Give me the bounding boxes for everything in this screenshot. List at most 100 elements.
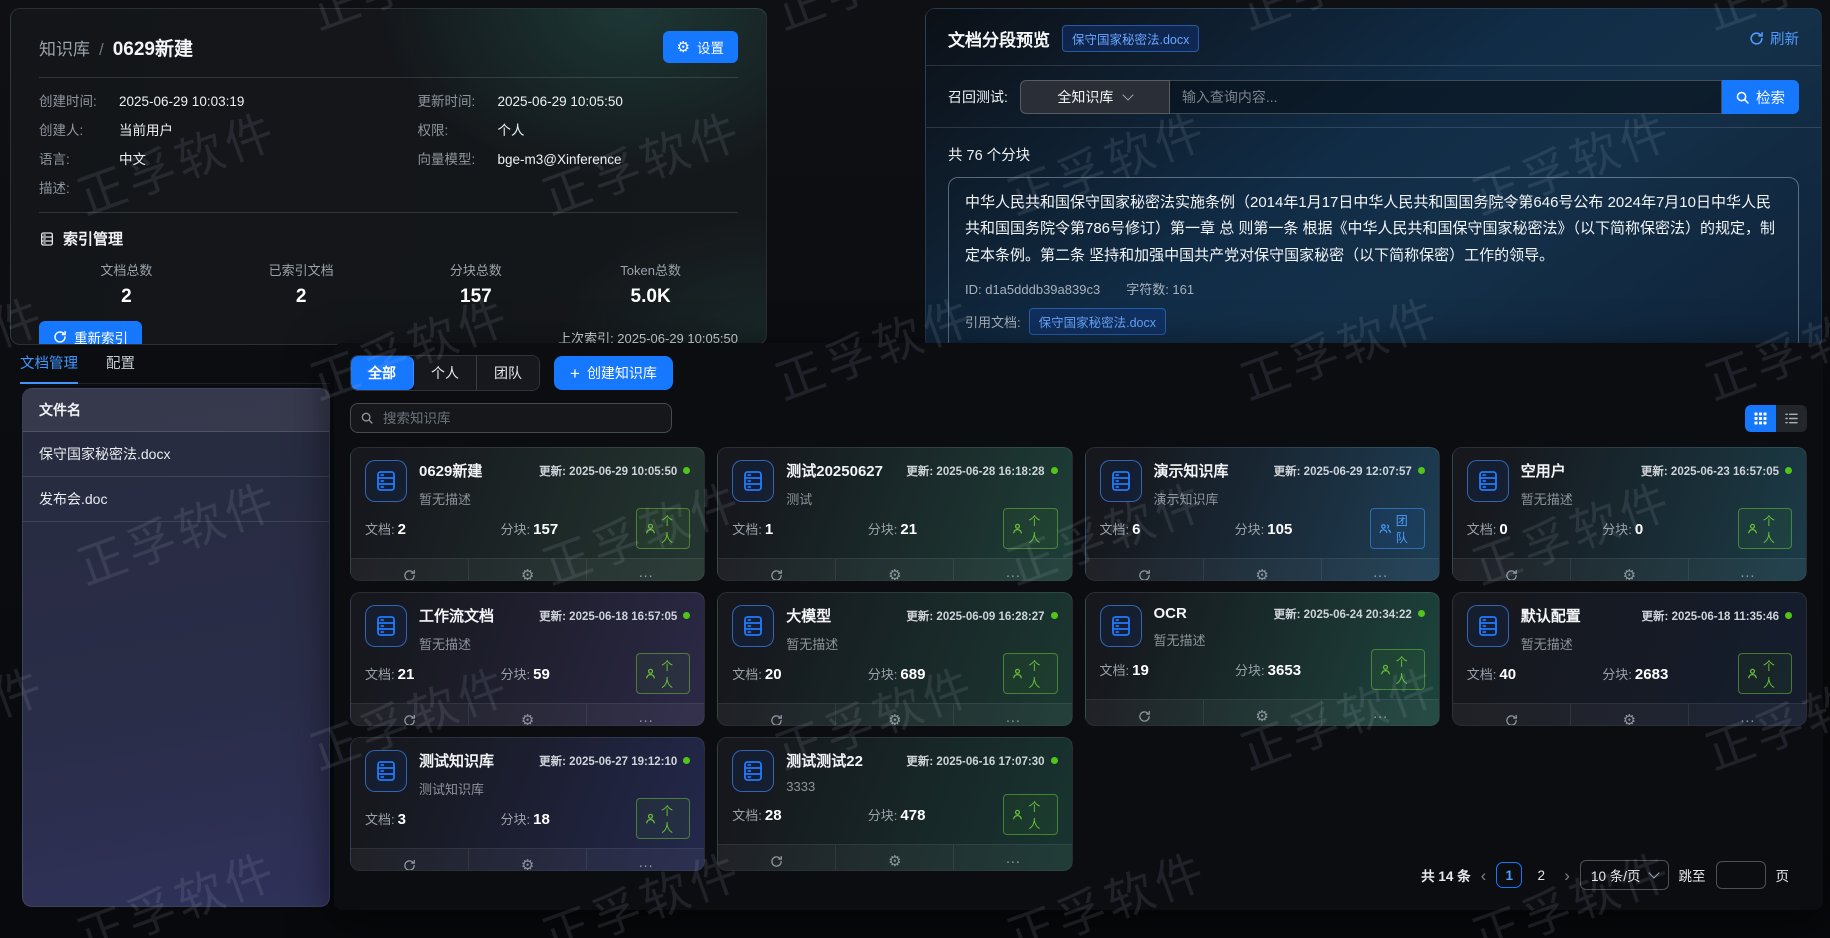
more-icon: ···: [1373, 708, 1388, 725]
card-settings-button[interactable]: ⚙: [1204, 559, 1322, 581]
kb-card-updated: 更新: 2025-06-18 16:57:05: [539, 608, 690, 624]
refresh-button[interactable]: 刷新: [1749, 28, 1799, 49]
plus-icon: +: [570, 365, 580, 382]
card-settings-button[interactable]: ⚙: [1204, 700, 1322, 726]
card-more-button[interactable]: ···: [587, 559, 704, 581]
card-reindex-button[interactable]: [351, 704, 469, 726]
page-list: 12: [1496, 862, 1554, 888]
settings-button-label: 设置: [697, 37, 724, 57]
kb-filter-tab[interactable]: 团队: [477, 356, 539, 390]
kb-card-docs: 文档:3: [365, 809, 501, 828]
next-page-button[interactable]: ›: [1564, 867, 1570, 884]
grid-view-button[interactable]: [1745, 405, 1776, 432]
stat-value: 157: [389, 286, 564, 308]
status-dot: [1785, 467, 1792, 474]
kb-search-input[interactable]: [381, 410, 661, 427]
ref-doc-chip[interactable]: 保守国家秘密法.docx: [1029, 308, 1166, 335]
divider: [926, 65, 1821, 66]
kb-card-main: 测试测试22 更新: 2025-06-16 17:07:30 3333: [786, 750, 1057, 794]
create-kb-label: 创建知识库: [587, 363, 657, 383]
index-section-title: 索引管理: [63, 228, 123, 249]
person-icon: [645, 813, 656, 824]
file-row[interactable]: 保守国家秘密法.docx: [23, 432, 329, 477]
kb-card-stats: 文档:2 分块:157 个人: [351, 508, 704, 549]
card-settings-button[interactable]: ⚙: [469, 704, 587, 726]
retrieve-button[interactable]: 检索: [1722, 80, 1799, 114]
status-dot: [1051, 467, 1058, 474]
card-more-button[interactable]: ···: [587, 704, 704, 726]
page-number[interactable]: 1: [1496, 862, 1522, 888]
card-more-button[interactable]: ···: [1322, 700, 1439, 726]
kb-card-updated: 更新: 2025-06-18 11:35:46: [1642, 608, 1792, 624]
kb-card-updated-text: 更新: 2025-06-29 12:07:57: [1274, 463, 1412, 479]
card-reindex-button[interactable]: [1086, 559, 1204, 581]
card-settings-button[interactable]: ⚙: [1571, 559, 1689, 581]
card-more-button[interactable]: ···: [1689, 704, 1806, 726]
kb-card-title: 大模型: [786, 605, 831, 626]
kb-filter-label: 个人: [431, 365, 459, 381]
kb-filter-tab[interactable]: 个人: [414, 356, 477, 390]
list-view-button[interactable]: [1776, 405, 1807, 432]
card-reindex-button[interactable]: [1453, 559, 1571, 581]
doc-tab[interactable]: 配置: [106, 352, 135, 383]
card-reindex-button[interactable]: [718, 559, 836, 581]
card-reindex-button[interactable]: [1453, 704, 1571, 726]
page-number[interactable]: 2: [1528, 862, 1554, 888]
file-row[interactable]: 发布会.doc: [23, 477, 329, 522]
page-size-select[interactable]: 10 条/页: [1580, 860, 1669, 890]
file-table-body: 保守国家秘密法.docx 发布会.doc: [23, 432, 329, 522]
kb-card-chunks: 分块:59: [501, 664, 637, 683]
kb-card[interactable]: 空用户 更新: 2025-06-23 16:57:05 暂无描述 文档:0 分块…: [1452, 447, 1807, 581]
knowledge-base-icon: [365, 605, 407, 647]
card-reindex-button[interactable]: [718, 845, 836, 871]
card-settings-button[interactable]: ⚙: [469, 849, 587, 871]
kb-card[interactable]: 大模型 更新: 2025-06-09 16:28:27 暂无描述 文档:20 分…: [717, 592, 1072, 726]
file-name: 保守国家秘密法.docx: [39, 446, 170, 462]
refresh-icon: [770, 714, 783, 726]
scope-select[interactable]: 全知识库: [1020, 80, 1170, 114]
doc-tab-label: 文档管理: [20, 356, 78, 372]
card-more-button[interactable]: ···: [954, 559, 1071, 581]
card-more-button[interactable]: ···: [954, 845, 1071, 871]
kb-card-updated-text: 更新: 2025-06-29 10:05:50: [539, 463, 677, 479]
card-reindex-button[interactable]: [1086, 700, 1204, 726]
kb-card[interactable]: 测试20250627 更新: 2025-06-28 16:18:28 测试 文档…: [717, 447, 1072, 581]
create-kb-button[interactable]: + 创建知识库: [554, 356, 673, 390]
kb-filter-tab[interactable]: 全部: [351, 356, 414, 390]
kb-card[interactable]: 演示知识库 更新: 2025-06-29 12:07:57 演示知识库 文档:6…: [1085, 447, 1440, 581]
card-reindex-button[interactable]: [718, 704, 836, 726]
kb-card[interactable]: 0629新建 更新: 2025-06-29 10:05:50 暂无描述 文档:2…: [350, 447, 705, 581]
field-label: 权限:: [418, 121, 498, 140]
kb-card[interactable]: 默认配置 更新: 2025-06-18 11:35:46 暂无描述 文档:40 …: [1452, 592, 1807, 726]
card-more-button[interactable]: ···: [954, 704, 1071, 726]
retrieve-button-label: 检索: [1756, 87, 1785, 108]
card-reindex-button[interactable]: [351, 849, 469, 871]
jump-page-input[interactable]: [1716, 861, 1766, 889]
card-settings-button[interactable]: ⚙: [836, 845, 954, 871]
settings-button[interactable]: ⚙ 设置: [663, 31, 738, 63]
card-more-button[interactable]: ···: [1322, 559, 1439, 581]
kb-card-docs: 文档:20: [732, 664, 868, 683]
reindex-button[interactable]: 重新索引: [39, 321, 142, 345]
breadcrumb-root[interactable]: 知识库: [39, 40, 90, 59]
prev-page-button[interactable]: ‹: [1481, 867, 1487, 884]
kb-search-box[interactable]: [350, 403, 672, 433]
card-settings-button[interactable]: ⚙: [469, 559, 587, 581]
kb-card[interactable]: 工作流文档 更新: 2025-06-18 16:57:05 暂无描述 文档:21…: [350, 592, 705, 726]
chevron-down-icon: [1648, 867, 1659, 878]
kb-card[interactable]: OCR 更新: 2025-06-24 20:34:22 暂无描述 文档:19 分…: [1085, 592, 1440, 726]
kb-card-title: 测试知识库: [419, 750, 494, 771]
kb-card-desc: 暂无描述: [1154, 630, 1425, 649]
card-settings-button[interactable]: ⚙: [836, 559, 954, 581]
card-settings-button[interactable]: ⚙: [836, 704, 954, 726]
index-stat: Token总数 5.0K: [563, 260, 738, 308]
query-input[interactable]: [1170, 80, 1722, 114]
kb-card[interactable]: 测试测试22 更新: 2025-06-16 17:07:30 3333 文档:2…: [717, 737, 1072, 871]
kb-card-stats: 文档:0 分块:0 个人: [1453, 508, 1806, 549]
card-settings-button[interactable]: ⚙: [1571, 704, 1689, 726]
kb-card[interactable]: 测试知识库 更新: 2025-06-27 19:12:10 测试知识库 文档:3…: [350, 737, 705, 871]
card-more-button[interactable]: ···: [1689, 559, 1806, 581]
card-more-button[interactable]: ···: [587, 849, 704, 871]
card-reindex-button[interactable]: [351, 559, 469, 581]
doc-tab[interactable]: 文档管理: [20, 352, 78, 384]
